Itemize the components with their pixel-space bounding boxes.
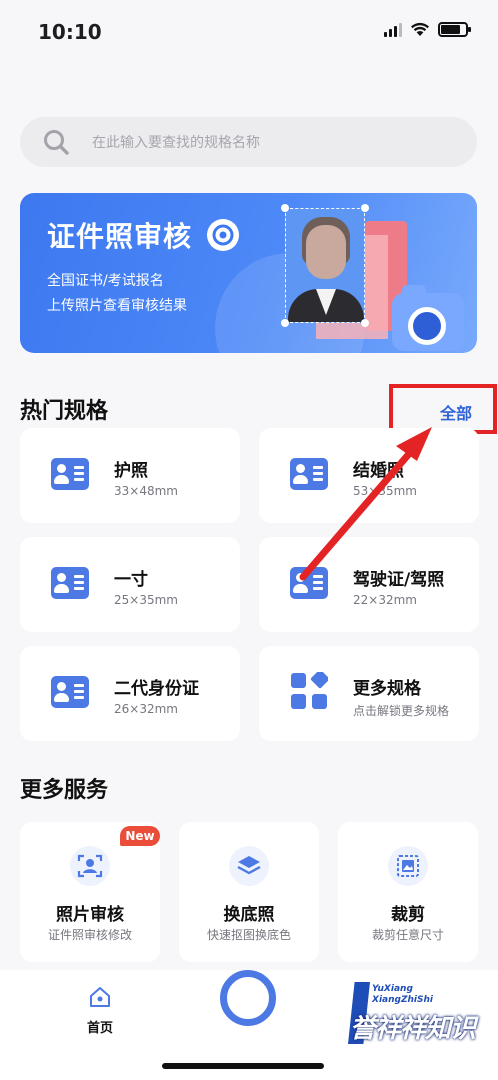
new-badge: New (120, 826, 160, 846)
spec-name: 结婚照 (353, 461, 404, 481)
status-bar: 10:10 (0, 0, 498, 62)
crop-handle (281, 204, 289, 212)
spec-name: 护照 (114, 461, 148, 481)
banner-subtitle-2: 上传照片查看审核结果 (47, 298, 187, 314)
banner-subtitle-1: 全国证书/考试报名 (47, 273, 164, 289)
banner-check-icon (207, 219, 239, 251)
spec-card-driver-license[interactable]: 驾驶证/驾照 22×32mm (259, 537, 479, 632)
spec-size: 点击解锁更多规格 (353, 704, 450, 718)
battery-icon (438, 22, 471, 37)
status-icons (384, 22, 471, 37)
portrait-scan-icon (70, 846, 110, 886)
spec-card-wedding[interactable]: 结婚照 53×35mm (259, 428, 479, 523)
spec-name: 二代身份证 (114, 679, 199, 699)
watermark-line1: YuXiang (372, 984, 413, 994)
spec-card-id-card[interactable]: 二代身份证 26×32mm (20, 646, 240, 741)
id-card-icon (290, 458, 328, 490)
id-card-icon (51, 676, 89, 708)
id-card-icon (51, 458, 89, 490)
spec-size: 22×32mm (353, 593, 417, 607)
watermark-logo: YuXiang XiangZhiShi 誉祥祥知识 (348, 982, 488, 1050)
grid-icon (291, 672, 328, 709)
spec-card-one-inch[interactable]: 一寸 25×35mm (20, 537, 240, 632)
tab-home-label: 首页 (86, 1021, 113, 1036)
spec-name: 更多规格 (353, 679, 421, 699)
tab-home[interactable]: 首页 (80, 985, 120, 1036)
search-input[interactable]: 在此输入要查找的规格名称 (20, 117, 477, 167)
view-all-link[interactable]: 全部 (440, 400, 472, 424)
home-indicator (162, 1063, 324, 1069)
service-desc: 证件照审核修改 (47, 928, 132, 942)
cellular-signal-icon (384, 22, 402, 37)
home-icon (90, 987, 110, 1007)
service-photo-review[interactable]: 照片审核 证件照审核修改 New (20, 822, 160, 962)
service-name: 照片审核 (56, 905, 124, 925)
spec-size: 26×32mm (114, 702, 178, 716)
layers-icon (229, 846, 269, 886)
image-crop-icon (388, 846, 428, 886)
id-card-icon (51, 567, 89, 599)
spec-size: 25×35mm (114, 593, 178, 607)
wifi-icon (411, 22, 429, 36)
banner-title: 证件照审核 (47, 220, 193, 253)
spec-card-passport[interactable]: 护照 33×48mm (20, 428, 240, 523)
center-action-button[interactable] (220, 970, 276, 1026)
camera-lens-icon (408, 307, 446, 345)
id-card-icon (290, 567, 328, 599)
search-placeholder: 在此输入要查找的规格名称 (92, 135, 260, 151)
service-name: 裁剪 (391, 905, 425, 925)
sample-id-photo (285, 208, 365, 323)
hot-specs-title: 热门规格 (20, 399, 109, 424)
crop-handle (361, 204, 369, 212)
crop-handle (361, 319, 369, 327)
search-icon (44, 130, 69, 155)
service-desc: 快速抠图换底色 (206, 928, 291, 942)
id-photo-review-banner[interactable]: 证件照审核 全国证书/考试报名 上传照片查看审核结果 (20, 193, 477, 353)
crop-handle (281, 319, 289, 327)
spec-size: 33×48mm (114, 484, 178, 498)
watermark-text: 誉祥祥知识 (350, 1014, 476, 1044)
spec-name: 驾驶证/驾照 (353, 570, 445, 590)
service-desc: 裁剪任意尺寸 (371, 928, 444, 942)
service-crop[interactable]: 裁剪 裁剪任意尺寸 (338, 822, 478, 962)
spec-size: 53×35mm (353, 484, 417, 498)
service-name: 换底照 (223, 905, 275, 925)
status-time: 10:10 (38, 20, 102, 44)
service-change-background[interactable]: 换底照 快速抠图换底色 (179, 822, 319, 962)
more-services-title: 更多服务 (20, 778, 109, 803)
spec-name: 一寸 (114, 570, 148, 590)
spec-card-more-specs[interactable]: 更多规格 点击解锁更多规格 (259, 646, 479, 741)
watermark-line2: XiangZhiShi (372, 995, 433, 1005)
